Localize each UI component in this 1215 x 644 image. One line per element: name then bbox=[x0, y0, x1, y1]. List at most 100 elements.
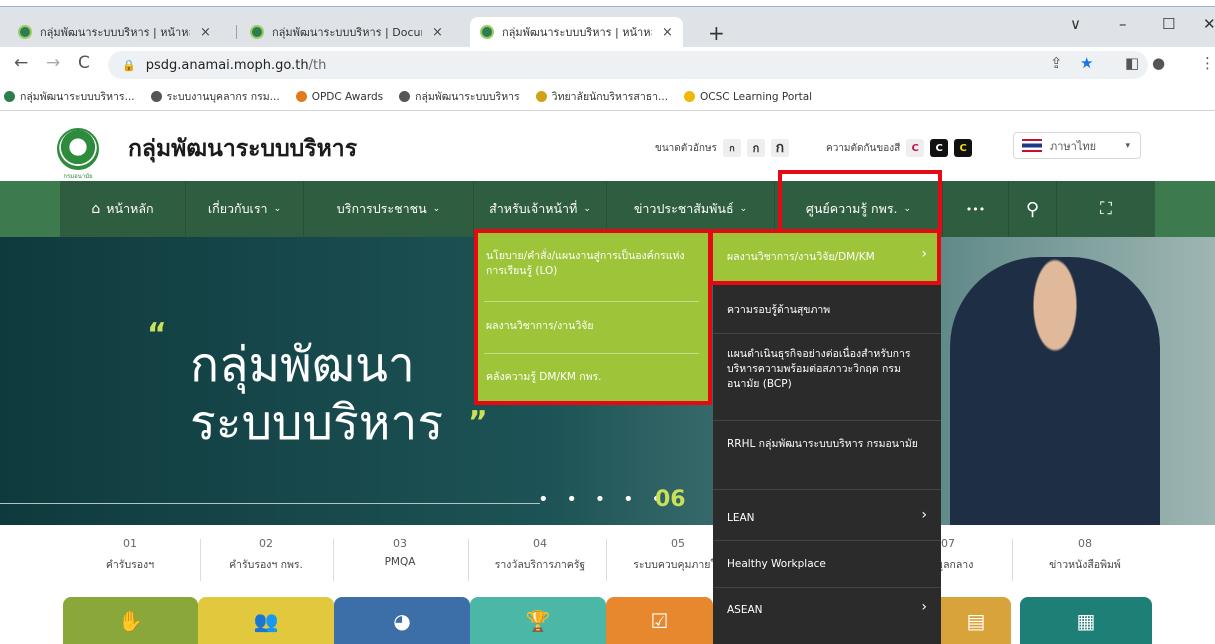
quick-link-item[interactable]: 08 ข่าวหนังสือพิมพ์ bbox=[1025, 537, 1145, 573]
research-submenu: ผลงานวิชาการ/งานวิจัย/DM/KM › ความรอบรู้… bbox=[713, 231, 941, 644]
hero-person-image bbox=[950, 257, 1160, 525]
tile-calendar[interactable]: ☑ bbox=[606, 597, 713, 644]
tab-close-icon[interactable]: × bbox=[432, 25, 443, 40]
database-icon: ▤ bbox=[966, 608, 986, 633]
font-small-button[interactable]: ก bbox=[722, 139, 741, 157]
tile-trophy[interactable]: 🏆 bbox=[470, 597, 606, 644]
menu-kebab-icon[interactable]: ⋮ bbox=[1200, 54, 1215, 72]
reload-icon[interactable]: C bbox=[78, 53, 90, 73]
bookmark-favicon-icon bbox=[150, 91, 162, 102]
submenu-item-rrhl[interactable]: RRHL กลุ่มพัฒนาระบบบริหาร กรมอนามัย bbox=[713, 437, 941, 452]
tile-newspaper[interactable]: ▦ bbox=[1020, 597, 1152, 644]
trophy-icon: 🏆 bbox=[525, 608, 551, 633]
profile-icon[interactable]: ● bbox=[1152, 54, 1165, 72]
bookmark-favicon-icon bbox=[399, 91, 411, 102]
sidepanel-icon[interactable]: ◧ bbox=[1125, 54, 1139, 72]
quick-link-num: 08 bbox=[1078, 537, 1092, 550]
nav-item-home[interactable]: ⌂ หน้าหลัก bbox=[60, 181, 185, 237]
url-domain: psdg.anamai.moph.go.th bbox=[145, 57, 309, 73]
more-icon: ••• bbox=[965, 202, 986, 216]
tab-title: กลุ่มพัฒนาระบบบริหาร | หน้าหลัก bbox=[502, 26, 652, 39]
department-logo-icon[interactable] bbox=[57, 128, 99, 170]
browser-tab-2[interactable]: กลุ่มพัฒนาระบบบริหาร | Document × bbox=[240, 17, 453, 47]
bookmark-star-icon[interactable]: ★ bbox=[1080, 54, 1093, 72]
quick-link-item[interactable]: 03 PMQA bbox=[340, 537, 460, 568]
bookmark-item[interactable]: OPDC Awards bbox=[295, 91, 383, 103]
tile-people[interactable]: 👥 bbox=[198, 597, 334, 644]
tile-chart[interactable]: ◕ bbox=[334, 597, 470, 644]
quick-link-item[interactable]: 01 คำรับรองฯ bbox=[70, 537, 190, 573]
forward-icon[interactable]: → bbox=[46, 53, 60, 73]
nav-more-button[interactable]: ••• bbox=[942, 181, 1008, 237]
quick-link-label: ข่าวหนังสือพิมพ์ bbox=[1049, 559, 1121, 571]
bookmark-item[interactable]: กลุ่มพัฒนาระบบบริหาร... bbox=[4, 88, 135, 105]
maximize-icon[interactable]: ☐ bbox=[1162, 15, 1175, 33]
divider bbox=[333, 539, 334, 581]
nav-item-about[interactable]: เกี่ยวกับเรา ⌄ bbox=[185, 181, 303, 237]
tile-handshake[interactable]: ✋ bbox=[63, 597, 198, 644]
divider bbox=[1012, 539, 1013, 581]
quick-link-num: 03 bbox=[393, 537, 407, 550]
quick-link-label: ระบบควบคุมภายใน bbox=[633, 559, 723, 571]
site-title[interactable]: กลุ่มพัฒนาระบบบริหาร bbox=[128, 131, 357, 167]
submenu-item-healthy-workplace[interactable]: Healthy Workplace bbox=[713, 557, 941, 572]
font-large-button[interactable]: ก bbox=[770, 139, 789, 157]
tab-search-icon[interactable]: ∨ bbox=[1070, 15, 1081, 33]
nav-item-public-service[interactable]: บริการประชาชน ⌄ bbox=[303, 181, 473, 237]
share-icon[interactable]: ⇪ bbox=[1050, 54, 1063, 72]
slide-dots[interactable]: • • • • • bbox=[538, 489, 668, 510]
divider bbox=[713, 489, 941, 490]
bookmark-favicon-icon bbox=[684, 91, 696, 102]
browser-tab-1[interactable]: กลุ่มพัฒนาระบบบริหาร | หน้าหลัก × bbox=[8, 17, 221, 47]
logo-caption: กรมอนามัย bbox=[63, 173, 93, 180]
chevron-right-icon: › bbox=[921, 599, 927, 615]
bookmark-item[interactable]: กลุ่มพัฒนาระบบบริหาร bbox=[399, 88, 520, 105]
quick-link-item[interactable]: 04 รางวัลบริการภาครัฐ bbox=[480, 537, 600, 573]
quote-close-icon: ” bbox=[468, 405, 488, 440]
bookmark-item[interactable]: วิทยาลัยนักบริหารสาธา... bbox=[535, 88, 668, 105]
font-medium-button[interactable]: ก bbox=[746, 139, 765, 157]
bookmark-item[interactable]: ระบบงานบุคลากร กรม... bbox=[150, 88, 280, 105]
quick-links: 01 คำรับรองฯ 02 คำรับรองฯ กพร. 03 PMQA 04 รา… bbox=[0, 525, 1215, 593]
back-icon[interactable]: ← bbox=[14, 53, 28, 73]
bookmark-favicon-icon bbox=[295, 91, 307, 102]
tab-separator bbox=[236, 25, 237, 39]
chevron-down-icon: ⌄ bbox=[432, 204, 441, 214]
browser-tab-bar: กลุ่มพัฒนาระบบบริหาร | หน้าหลัก × กลุ่มพ… bbox=[0, 7, 1215, 47]
top-strip bbox=[0, 0, 1215, 7]
browser-tab-3-active[interactable]: กลุ่มพัฒนาระบบบริหาร | หน้าหลัก × bbox=[470, 17, 683, 47]
bookmark-favicon-icon bbox=[535, 91, 547, 102]
bookmark-label: ระบบงานบุคลากร กรม... bbox=[166, 91, 280, 103]
slide-number: 06 bbox=[655, 487, 686, 512]
address-bar[interactable]: 🔒 psdg.anamai.moph.go.th/th bbox=[108, 51, 1148, 79]
tile-database[interactable]: ▤ bbox=[941, 597, 1011, 644]
highlight-box-research bbox=[709, 229, 941, 285]
contrast-yellow-button[interactable]: C bbox=[954, 139, 973, 157]
service-tiles: ✋ 👥 ◕ 🏆 ☑ ▤ ▦ bbox=[0, 597, 1215, 644]
nav-edge-left bbox=[0, 181, 60, 237]
address-row: ← → C 🔒 psdg.anamai.moph.go.th/th bbox=[0, 47, 1215, 83]
contrast-label: ความตัดกันของสี bbox=[826, 142, 901, 154]
language-select[interactable]: ภาษาไทย ▾ bbox=[1013, 132, 1141, 159]
minimize-icon[interactable]: – bbox=[1119, 15, 1127, 33]
submenu-item-lean[interactable]: LEAN bbox=[713, 511, 941, 526]
submenu-item-bcp[interactable]: แผนดำเนินธุรกิจอย่างต่อเนื่องสำหรับการบร… bbox=[713, 347, 941, 392]
close-window-icon[interactable]: ✕ bbox=[1203, 15, 1215, 33]
submenu-item-asean[interactable]: ASEAN bbox=[713, 603, 941, 618]
quote-open-icon: “ bbox=[147, 317, 167, 352]
new-tab-button[interactable]: + bbox=[708, 21, 725, 45]
url-path: /th bbox=[308, 57, 327, 73]
contrast-normal-button[interactable]: C bbox=[906, 139, 925, 157]
quick-link-num: 01 bbox=[123, 537, 137, 550]
nav-sitemap-button[interactable]: ⛶ bbox=[1056, 181, 1155, 237]
tab-close-icon[interactable]: × bbox=[662, 25, 673, 40]
nav-search-button[interactable]: ⚲ bbox=[1008, 181, 1056, 237]
thai-flag-icon bbox=[1022, 139, 1042, 152]
quick-link-item[interactable]: 02 คำรับรองฯ กพร. bbox=[206, 537, 326, 573]
chevron-down-icon: ⌄ bbox=[739, 204, 748, 214]
quick-link-num: 04 bbox=[533, 537, 547, 550]
contrast-dark-button[interactable]: C bbox=[930, 139, 949, 157]
submenu-item-health-literacy[interactable]: ความรอบรู้ด้านสุขภาพ bbox=[713, 303, 941, 318]
tab-close-icon[interactable]: × bbox=[200, 25, 211, 40]
bookmark-item[interactable]: OCSC Learning Portal bbox=[684, 91, 812, 103]
